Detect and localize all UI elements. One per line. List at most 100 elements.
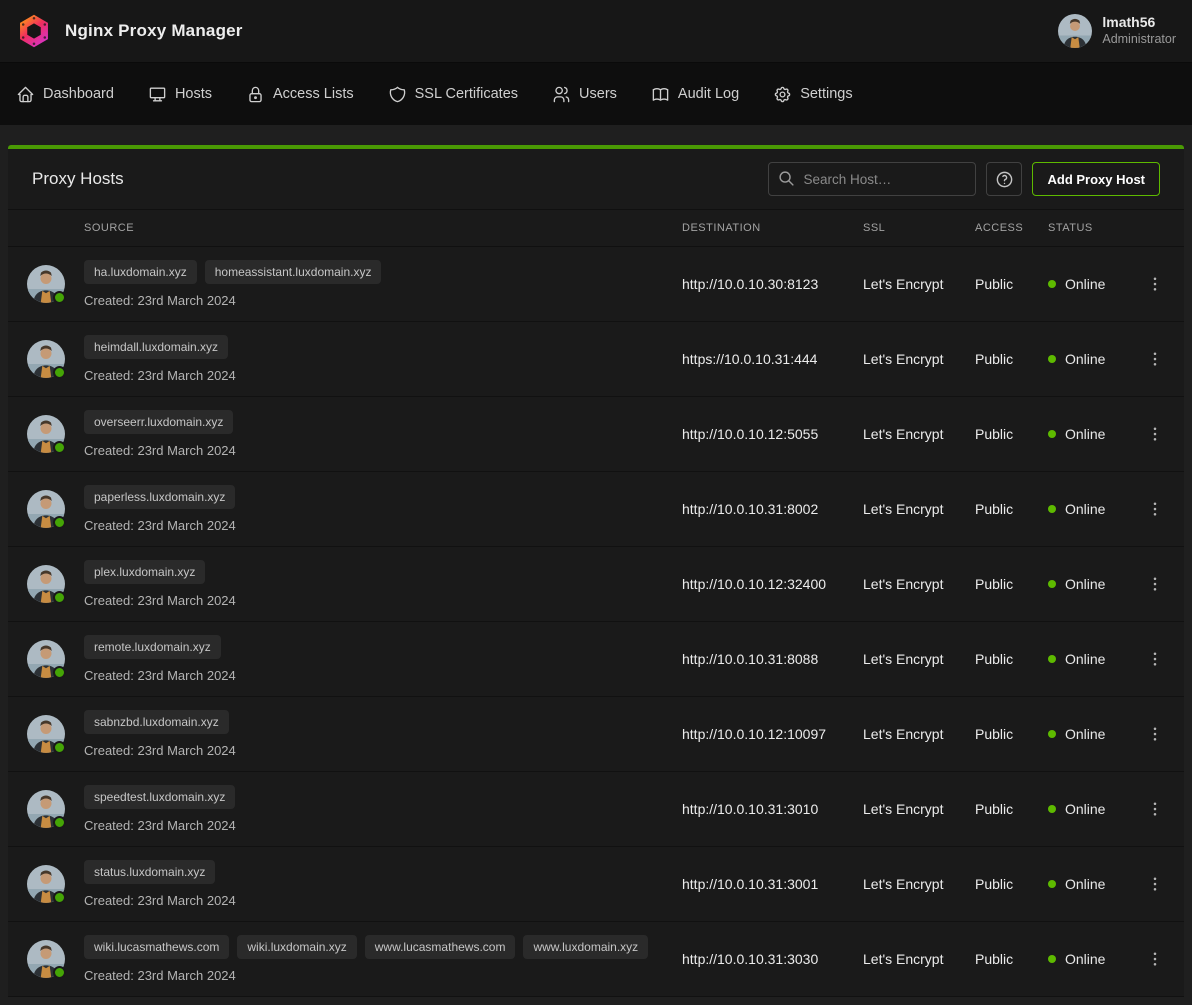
avatar-status-dot [53, 441, 66, 454]
source-cell: sabnzbd.luxdomain.xyz Created: 23rd Marc… [84, 698, 682, 770]
row-actions-menu-button[interactable] [1140, 644, 1170, 674]
ssl-text: Let's Encrypt [863, 351, 975, 367]
table-row[interactable]: wiki.lucasmathews.comwiki.luxdomain.xyzw… [8, 922, 1184, 997]
access-text: Public [975, 501, 1048, 517]
nav-item-users[interactable]: Users [552, 85, 617, 104]
table-body: ha.luxdomain.xyzhomeassistant.luxdomain.… [8, 247, 1184, 997]
domain-tag: sabnzbd.luxdomain.xyz [84, 710, 229, 734]
nav-item-ssl-certificates[interactable]: SSL Certificates [388, 85, 518, 104]
destination-text: http://10.0.10.12:32400 [682, 576, 863, 592]
row-actions-menu-button[interactable] [1140, 719, 1170, 749]
ssl-text: Let's Encrypt [863, 426, 975, 442]
ssl-text: Let's Encrypt [863, 576, 975, 592]
nav-item-settings[interactable]: Settings [773, 85, 852, 104]
source-cell: ha.luxdomain.xyzhomeassistant.luxdomain.… [84, 248, 682, 320]
table-row[interactable]: remote.luxdomain.xyz Created: 23rd March… [8, 622, 1184, 697]
status-text: Online [1065, 726, 1105, 742]
row-avatar-cell [8, 940, 84, 978]
domain-tag: homeassistant.luxdomain.xyz [205, 260, 382, 284]
owner-avatar [27, 640, 65, 678]
status-text: Online [1065, 276, 1105, 292]
table-row[interactable]: ha.luxdomain.xyzhomeassistant.luxdomain.… [8, 247, 1184, 322]
status-cell: Online [1048, 651, 1140, 667]
row-actions-menu-button[interactable] [1140, 344, 1170, 374]
online-dot-icon [1048, 655, 1056, 663]
row-actions-menu-button[interactable] [1140, 869, 1170, 899]
row-avatar-cell [8, 865, 84, 903]
row-actions-menu-button[interactable] [1140, 419, 1170, 449]
domain-tags: remote.luxdomain.xyz [84, 635, 682, 659]
dots-vertical-icon [1146, 575, 1164, 593]
destination-text: http://10.0.10.31:3010 [682, 801, 863, 817]
column-header-ssl: SSL [863, 222, 975, 234]
table-row[interactable]: overseerr.luxdomain.xyz Created: 23rd Ma… [8, 397, 1184, 472]
source-cell: paperless.luxdomain.xyz Created: 23rd Ma… [84, 473, 682, 545]
status-cell: Online [1048, 801, 1140, 817]
nav-label: Audit Log [678, 86, 739, 102]
ssl-text: Let's Encrypt [863, 951, 975, 967]
access-text: Public [975, 951, 1048, 967]
table-row[interactable]: sabnzbd.luxdomain.xyz Created: 23rd Marc… [8, 697, 1184, 772]
nav-item-access-lists[interactable]: Access Lists [246, 85, 354, 104]
add-proxy-host-button[interactable]: Add Proxy Host [1032, 162, 1160, 196]
owner-avatar [27, 715, 65, 753]
app-logo-icon [16, 13, 52, 49]
status-cell: Online [1048, 876, 1140, 892]
access-text: Public [975, 576, 1048, 592]
table-row[interactable]: plex.luxdomain.xyz Created: 23rd March 2… [8, 547, 1184, 622]
owner-avatar [27, 565, 65, 603]
owner-avatar [27, 790, 65, 828]
nav-item-hosts[interactable]: Hosts [148, 85, 212, 104]
ssl-text: Let's Encrypt [863, 801, 975, 817]
user-name: lmath56 [1102, 14, 1176, 32]
help-button[interactable] [986, 162, 1022, 196]
nav-item-dashboard[interactable]: Dashboard [16, 85, 114, 104]
access-text: Public [975, 426, 1048, 442]
access-text: Public [975, 801, 1048, 817]
nav-label: Access Lists [273, 86, 354, 102]
nav-label: Hosts [175, 86, 212, 102]
owner-avatar [27, 415, 65, 453]
search-input[interactable] [768, 162, 976, 196]
row-actions-menu-button[interactable] [1140, 794, 1170, 824]
row-avatar-cell [8, 340, 84, 378]
created-text: Created: 23rd March 2024 [84, 893, 682, 908]
created-text: Created: 23rd March 2024 [84, 518, 682, 533]
online-dot-icon [1048, 430, 1056, 438]
avatar-status-dot [53, 816, 66, 829]
table-row[interactable]: paperless.luxdomain.xyz Created: 23rd Ma… [8, 472, 1184, 547]
nav-item-audit-log[interactable]: Audit Log [651, 85, 739, 104]
nav-label: SSL Certificates [415, 86, 518, 102]
online-dot-icon [1048, 580, 1056, 588]
online-dot-icon [1048, 880, 1056, 888]
domain-tag: plex.luxdomain.xyz [84, 560, 205, 584]
created-text: Created: 23rd March 2024 [84, 743, 682, 758]
table-row[interactable]: status.luxdomain.xyz Created: 23rd March… [8, 847, 1184, 922]
table-row[interactable]: speedtest.luxdomain.xyz Created: 23rd Ma… [8, 772, 1184, 847]
status-text: Online [1065, 876, 1105, 892]
row-actions-menu-button[interactable] [1140, 944, 1170, 974]
row-actions-menu-button[interactable] [1140, 569, 1170, 599]
gear-icon [773, 85, 792, 104]
monitor-icon [148, 85, 167, 104]
table-row[interactable]: heimdall.luxdomain.xyz Created: 23rd Mar… [8, 322, 1184, 397]
page-title: Proxy Hosts [32, 169, 124, 189]
online-dot-icon [1048, 730, 1056, 738]
online-dot-icon [1048, 805, 1056, 813]
created-text: Created: 23rd March 2024 [84, 368, 682, 383]
avatar-status-dot [53, 966, 66, 979]
avatar-status-dot [53, 741, 66, 754]
nav-label: Dashboard [43, 86, 114, 102]
source-cell: plex.luxdomain.xyz Created: 23rd March 2… [84, 548, 682, 620]
status-cell: Online [1048, 576, 1140, 592]
row-actions-menu-button[interactable] [1140, 494, 1170, 524]
owner-avatar [27, 490, 65, 528]
ssl-text: Let's Encrypt [863, 501, 975, 517]
row-actions-menu-button[interactable] [1140, 269, 1170, 299]
ssl-text: Let's Encrypt [863, 276, 975, 292]
created-text: Created: 23rd March 2024 [84, 968, 682, 983]
owner-avatar [27, 865, 65, 903]
row-avatar-cell [8, 415, 84, 453]
user-menu[interactable]: lmath56 Administrator [1058, 14, 1176, 48]
book-icon [651, 85, 670, 104]
